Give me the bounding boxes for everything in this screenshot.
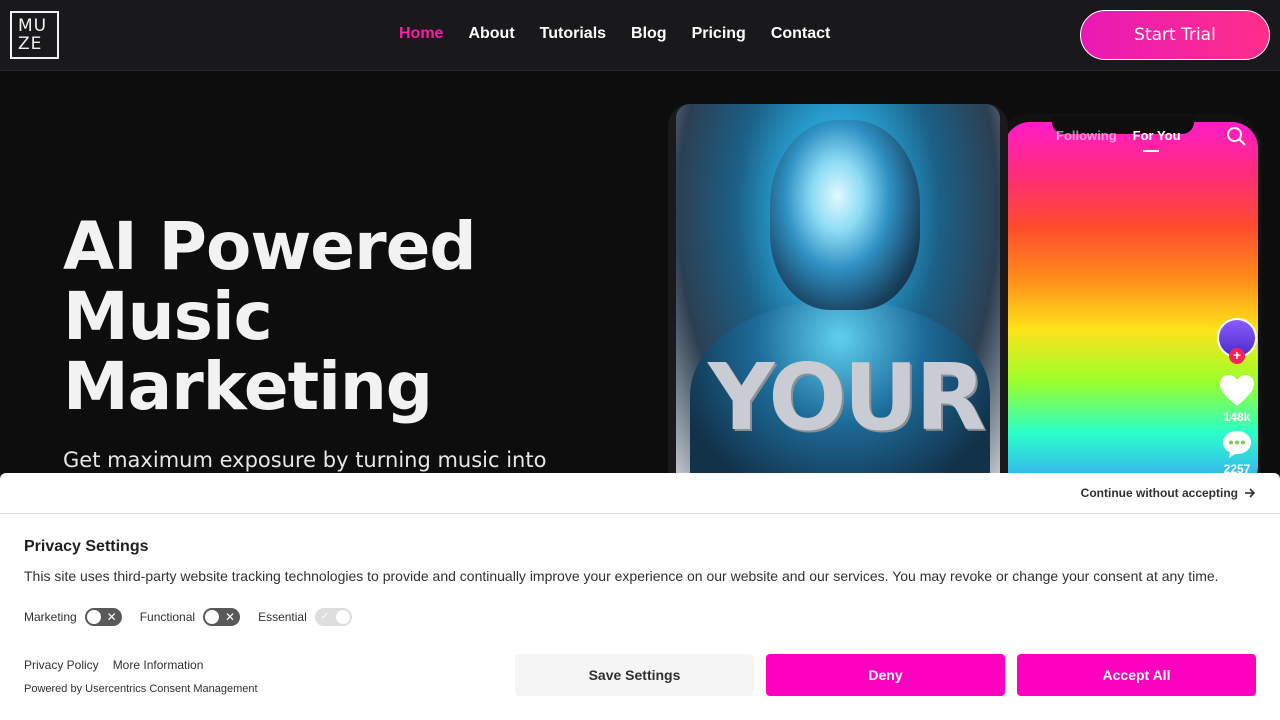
- tab-for-you: For You: [1132, 128, 1181, 143]
- page: MU ZE Home About Tutorials Blog Pricing …: [0, 0, 1280, 720]
- consent-title: Privacy Settings: [24, 538, 149, 555]
- nav-home[interactable]: Home: [399, 24, 443, 44]
- close-icon: ✕: [225, 610, 236, 624]
- consent-description: This site uses third-party website track…: [24, 568, 1219, 584]
- nav-tutorials[interactable]: Tutorials: [540, 24, 606, 44]
- feed-tabs: Following For You: [1056, 128, 1181, 143]
- main-nav: Home About Tutorials Blog Pricing Contac…: [399, 24, 855, 44]
- toggle-label-essential: Essential: [258, 610, 307, 624]
- consent-divider: [0, 513, 1280, 514]
- essential-toggle: ✓: [314, 608, 352, 626]
- hero-title-line-1: AI Powered: [63, 208, 477, 285]
- tab-underline: [1143, 150, 1159, 152]
- site-header: MU ZE Home About Tutorials Blog Pricing …: [0, 0, 1280, 71]
- hero-title-line-3: Marketing: [63, 348, 433, 425]
- logo-line-1: MU: [18, 16, 48, 36]
- more-information-link[interactable]: More Information: [113, 658, 204, 672]
- toggle-label-marketing: Marketing: [24, 610, 77, 624]
- muze-logo[interactable]: MU ZE: [10, 11, 59, 59]
- comment-icon: [1223, 431, 1251, 458]
- toggle-knob: [86, 610, 101, 624]
- arrow-right-icon: [1245, 488, 1256, 498]
- robot-face-image: [770, 120, 920, 310]
- start-trial-button[interactable]: Start Trial: [1080, 10, 1270, 60]
- check-icon: ✓: [320, 611, 330, 622]
- save-settings-button[interactable]: Save Settings: [515, 654, 754, 696]
- nav-about[interactable]: About: [468, 24, 514, 44]
- consent-toggles: Marketing ✕ Functional ✕ Essential ✓: [24, 608, 370, 626]
- hero-title-line-2: Music: [63, 278, 273, 355]
- tab-following: Following: [1056, 128, 1117, 143]
- consent-links: Privacy Policy More Information: [24, 658, 203, 672]
- marketing-toggle[interactable]: ✕: [84, 608, 122, 626]
- likes-count: 148k: [1223, 410, 1251, 424]
- accept-all-button[interactable]: Accept All: [1017, 654, 1256, 696]
- hero-subtitle: Get maximum exposure by turning music in…: [63, 448, 547, 472]
- hero-title: AI Powered Music Marketing: [63, 212, 623, 422]
- follow-plus-icon: +: [1229, 348, 1245, 364]
- toggle-label-functional: Functional: [139, 610, 196, 624]
- toggle-knob: [335, 610, 350, 624]
- phone-back-screen: [1004, 122, 1258, 492]
- nav-blog[interactable]: Blog: [631, 24, 667, 44]
- nav-contact[interactable]: Contact: [771, 24, 831, 44]
- nav-pricing[interactable]: Pricing: [692, 24, 746, 44]
- powered-by-text: Powered by Usercentrics Consent Manageme…: [24, 683, 258, 695]
- close-icon: ✕: [106, 610, 117, 624]
- video-overlay-text: YOUR: [708, 344, 986, 451]
- privacy-policy-link[interactable]: Privacy Policy: [24, 658, 99, 672]
- consent-banner: Continue without accepting Privacy Setti…: [0, 473, 1280, 720]
- deny-button[interactable]: Deny: [766, 654, 1005, 696]
- functional-toggle[interactable]: ✕: [203, 608, 241, 626]
- toggle-knob: [205, 610, 220, 624]
- continue-label: Continue without accepting: [1080, 486, 1238, 500]
- heart-icon: [1220, 375, 1254, 406]
- logo-line-2: ZE: [18, 34, 43, 54]
- search-icon: [1227, 127, 1246, 146]
- continue-without-accepting-link[interactable]: Continue without accepting: [1081, 486, 1256, 500]
